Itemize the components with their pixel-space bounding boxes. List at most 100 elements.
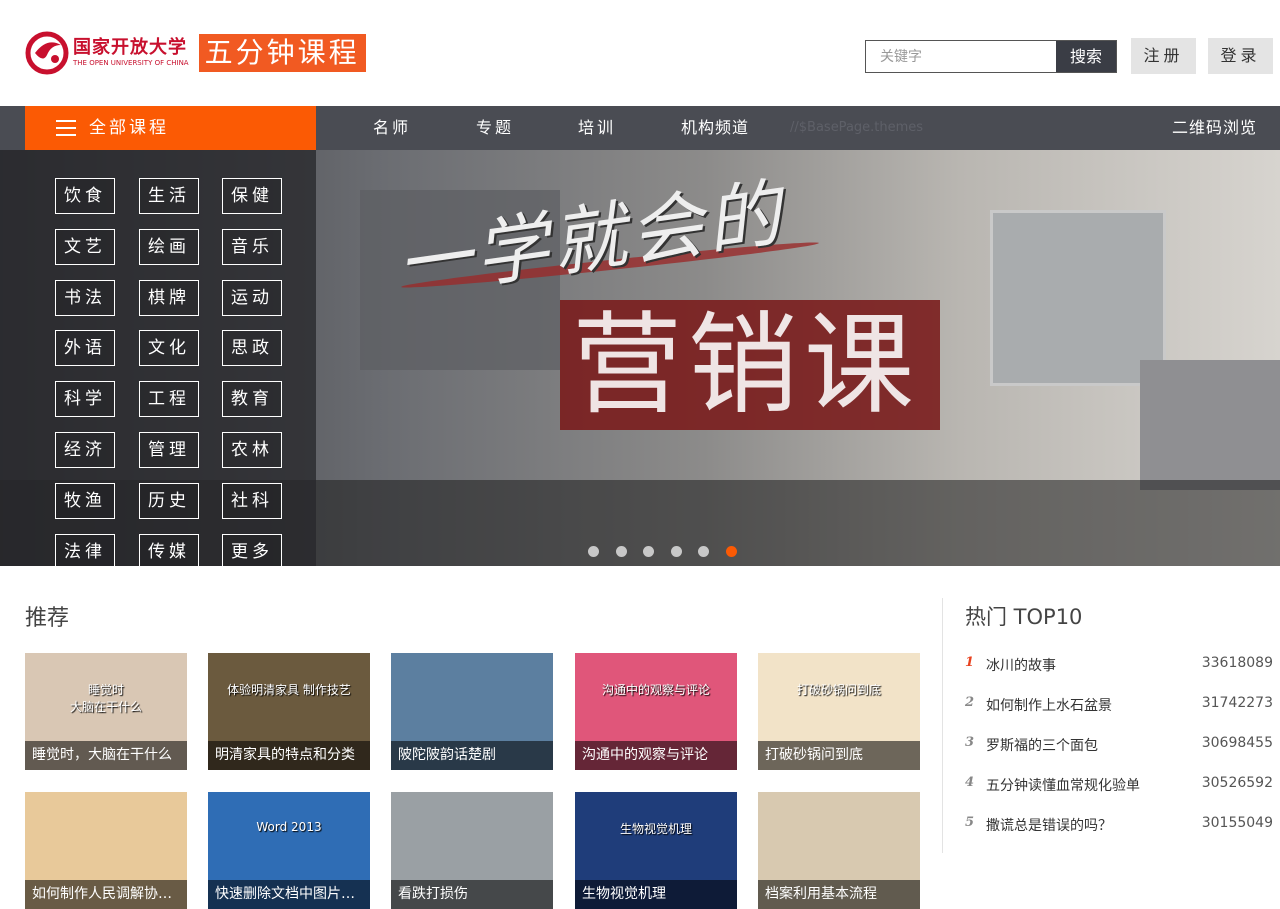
- thumbnail-text: 沟通中的观察与评论: [601, 683, 710, 697]
- site-logo[interactable]: 国家开放大学 THE OPEN UNIVERSITY OF CHINA 五分钟课…: [25, 30, 366, 75]
- category-8[interactable]: 运动: [222, 279, 282, 316]
- course-caption: 如何制作人民调解协议书: [25, 880, 187, 909]
- banner-slogan: 一学就会的: [391, 170, 790, 310]
- rank-number: 5: [965, 815, 975, 830]
- category-4[interactable]: 绘画: [139, 228, 199, 265]
- carousel-dot-4[interactable]: [670, 546, 682, 557]
- top10-title: 热门 TOP10: [965, 605, 1083, 629]
- hero-banner[interactable]: 一学就会的 营销课 饮食 生活 保健文艺 绘画 音乐书法 棋牌 运动外语 文化 思政科学 工程 教育…: [0, 150, 1280, 566]
- search-button[interactable]: 搜索: [1056, 41, 1116, 72]
- carousel-dot-5[interactable]: [698, 546, 709, 557]
- course-card[interactable]: 打破砂锅问到底 打破砂锅问到底: [758, 653, 920, 770]
- category-5[interactable]: 音乐: [222, 228, 282, 265]
- course-caption: 打破砂锅问到底: [758, 741, 920, 770]
- top10-item[interactable]: 4 五分钟读懂血常规化验单 30526592: [965, 775, 1273, 795]
- course-name-link[interactable]: 罗斯福的三个面包: [986, 735, 1098, 755]
- course-name-link[interactable]: 撒谎总是错误的吗？: [986, 815, 1112, 835]
- course-card[interactable]: Word 2013 快速删除文档中图片的背景: [208, 792, 370, 909]
- category-9[interactable]: 外语: [55, 330, 115, 367]
- course-caption: 生物视觉机理: [575, 880, 737, 909]
- carousel-dot-3[interactable]: [643, 546, 654, 557]
- top10-item[interactable]: 2 如何制作上水石盆景 31742273: [965, 695, 1273, 715]
- course-name-link[interactable]: 如何制作上水石盆景: [986, 695, 1112, 715]
- view-count: 30526592: [1201, 775, 1273, 791]
- category-20[interactable]: 社科: [222, 482, 282, 519]
- thumbnail-text: 打破砂锅问到底: [796, 683, 881, 697]
- course-card[interactable]: 体验明清家具 制作技艺明清家具的特点和分类: [208, 653, 370, 770]
- course-card[interactable]: 睡觉时 大脑在干什么睡觉时，大脑在干什么: [25, 653, 187, 770]
- top10-item[interactable]: 5 撒谎总是错误的吗？ 30155049: [965, 815, 1273, 835]
- course-name-link[interactable]: 五分钟读懂血常规化验单: [986, 775, 1140, 795]
- course-caption: 睡觉时，大脑在干什么: [25, 741, 187, 770]
- rank-number: 3: [965, 735, 975, 750]
- nav-item-qr-browse[interactable]: 二维码浏览: [1172, 106, 1257, 150]
- course-name-link[interactable]: 冰川的故事: [986, 655, 1056, 675]
- carousel-dot-1[interactable]: [588, 546, 599, 557]
- course-card[interactable]: 生物视觉机理 生物视觉机理: [575, 792, 737, 909]
- thumbnail-text: 睡觉时 大脑在干什么: [69, 683, 142, 714]
- course-caption: 快速删除文档中图片的背景: [208, 880, 370, 909]
- course-caption: 看跌打损伤: [391, 880, 553, 909]
- banner-side-art: [1140, 360, 1280, 490]
- category-1[interactable]: 生活: [139, 178, 199, 214]
- course-caption: 档案利用基本流程: [758, 880, 920, 909]
- category-3[interactable]: 文艺: [55, 228, 115, 265]
- nav-item-teachers[interactable]: 名师: [373, 106, 411, 150]
- logo-english-name: THE OPEN UNIVERSITY OF CHINA: [73, 58, 189, 67]
- thumbnail-text: 生物视觉机理: [619, 822, 692, 836]
- thumbnail-text: Word 2013: [256, 820, 322, 834]
- category-10[interactable]: 文化: [139, 330, 199, 367]
- view-count: 30698455: [1201, 735, 1273, 751]
- banner-title: 营销课: [572, 301, 920, 429]
- top10-item[interactable]: 3 罗斯福的三个面包 30698455: [965, 735, 1273, 755]
- category-7[interactable]: 棋牌: [139, 279, 199, 316]
- all-courses-button[interactable]: 全部课程: [25, 106, 316, 150]
- carousel-dot-2[interactable]: [615, 546, 627, 557]
- rank-number: 2: [965, 695, 975, 710]
- category-18[interactable]: 牧渔: [55, 482, 115, 519]
- logo-course-title: 五分钟课程: [198, 33, 366, 72]
- category-21[interactable]: 法律: [55, 533, 115, 566]
- nav-item-institutions[interactable]: 机构频道: [681, 106, 749, 150]
- course-card[interactable]: 档案利用基本流程: [758, 792, 920, 909]
- category-12[interactable]: 科学: [55, 381, 115, 418]
- category-23[interactable]: 更多: [222, 533, 282, 566]
- login-button[interactable]: 登录: [1208, 38, 1273, 74]
- category-17[interactable]: 农林: [222, 432, 282, 468]
- carousel-dot-6[interactable]: [725, 546, 737, 557]
- recommend-title: 推荐: [25, 606, 70, 631]
- category-13[interactable]: 工程: [139, 381, 199, 418]
- main-nav: 全部课程 名师 专题 培训 机构频道 //$BasePage.themes 二维…: [0, 106, 1280, 150]
- logo-chinese-name: 国家开放大学: [73, 36, 187, 58]
- carousel-dots: [588, 546, 753, 557]
- nav-item-training[interactable]: 培训: [578, 106, 616, 150]
- rank-number: 1: [965, 655, 975, 670]
- rank-number: 4: [965, 775, 975, 790]
- register-button[interactable]: 注册: [1131, 38, 1196, 74]
- search-input[interactable]: [866, 41, 1056, 72]
- course-caption: 明清家具的特点和分类: [208, 741, 370, 770]
- top10-item[interactable]: 1 冰川的故事 33618089: [965, 655, 1273, 675]
- menu-icon: [56, 120, 76, 136]
- category-14[interactable]: 教育: [222, 381, 282, 418]
- category-19[interactable]: 历史: [139, 482, 199, 519]
- category-11[interactable]: 思政: [222, 330, 282, 367]
- category-15[interactable]: 经济: [55, 432, 115, 468]
- category-22[interactable]: 传媒: [139, 533, 199, 566]
- course-card[interactable]: 沟通中的观察与评论 沟通中的观察与评论: [575, 653, 737, 770]
- view-count: 30155049: [1201, 815, 1273, 831]
- course-card[interactable]: 如何制作人民调解协议书: [25, 792, 187, 909]
- category-6[interactable]: 书法: [55, 279, 115, 316]
- course-card[interactable]: 看跌打损伤: [391, 792, 553, 909]
- category-2[interactable]: 保健: [222, 178, 282, 214]
- category-16[interactable]: 管理: [139, 432, 199, 468]
- category-0[interactable]: 饮食: [55, 178, 115, 214]
- course-caption: 陂陀陂韵话楚剧: [391, 741, 553, 770]
- nav-item-topics[interactable]: 专题: [476, 106, 514, 150]
- all-courses-label: 全部课程: [89, 118, 169, 138]
- thumbnail-text: 体验明清家具 制作技艺: [227, 683, 351, 697]
- course-caption: 沟通中的观察与评论: [575, 741, 737, 770]
- university-emblem-icon: [25, 31, 69, 75]
- search-box: 搜索: [865, 40, 1117, 73]
- course-card[interactable]: 陂陀陂韵话楚剧: [391, 653, 553, 770]
